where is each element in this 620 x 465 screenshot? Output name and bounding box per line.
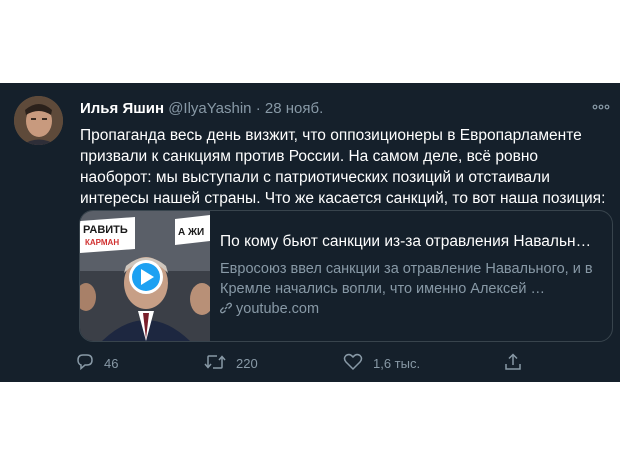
tweet[interactable]: Илья Яшин @IlyaYashin · 28 нояб. Пропага… bbox=[0, 83, 620, 382]
reply-icon bbox=[76, 353, 104, 374]
video-thumbnail[interactable]: РАВИТЬ КАРМАН А ЖИ bbox=[80, 211, 214, 341]
like-count: 1,6 тыс. bbox=[373, 356, 421, 371]
separator: · bbox=[255, 100, 261, 117]
tweet-date[interactable]: 28 нояб. bbox=[265, 100, 323, 117]
share-button[interactable] bbox=[504, 353, 532, 374]
link-card[interactable]: РАВИТЬ КАРМАН А ЖИ По кому бьют санкции … bbox=[79, 210, 613, 342]
heart-icon bbox=[343, 353, 373, 374]
author-handle[interactable]: @IlyaYashin bbox=[168, 100, 251, 117]
card-domain-text: youtube.com bbox=[236, 301, 320, 317]
thumb-text-right: А ЖИ bbox=[178, 227, 204, 238]
card-title[interactable]: По кому бьют санкции из-за отравления На… bbox=[220, 233, 600, 251]
link-icon bbox=[220, 301, 236, 317]
tweet-text: Пропаганда весь день визжит, что оппозиц… bbox=[80, 127, 606, 207]
tweet-header: Илья Яшин @IlyaYashin · 28 нояб. bbox=[80, 100, 323, 118]
action-bar: 46 220 1,6 тыс. bbox=[76, 353, 526, 375]
reply-button[interactable]: 46 bbox=[76, 353, 118, 374]
card-domain: youtube.com bbox=[220, 301, 600, 317]
reply-count: 46 bbox=[104, 356, 119, 371]
retweet-icon bbox=[204, 353, 236, 374]
more-dots-icon[interactable] bbox=[592, 99, 610, 115]
card-text: По кому бьют санкции из-за отравления На… bbox=[220, 233, 600, 317]
share-icon bbox=[504, 353, 532, 374]
author-name[interactable]: Илья Яшин bbox=[80, 100, 164, 117]
retweet-count: 220 bbox=[236, 356, 258, 371]
thumb-text-left2: КАРМАН bbox=[85, 238, 119, 247]
thumb-text-left: РАВИТЬ bbox=[83, 224, 128, 236]
retweet-button[interactable]: 220 bbox=[204, 353, 258, 374]
card-description: Евросоюз ввел санкции за отравление Нава… bbox=[220, 261, 593, 297]
like-button[interactable]: 1,6 тыс. bbox=[343, 353, 420, 374]
avatar[interactable] bbox=[14, 96, 63, 145]
